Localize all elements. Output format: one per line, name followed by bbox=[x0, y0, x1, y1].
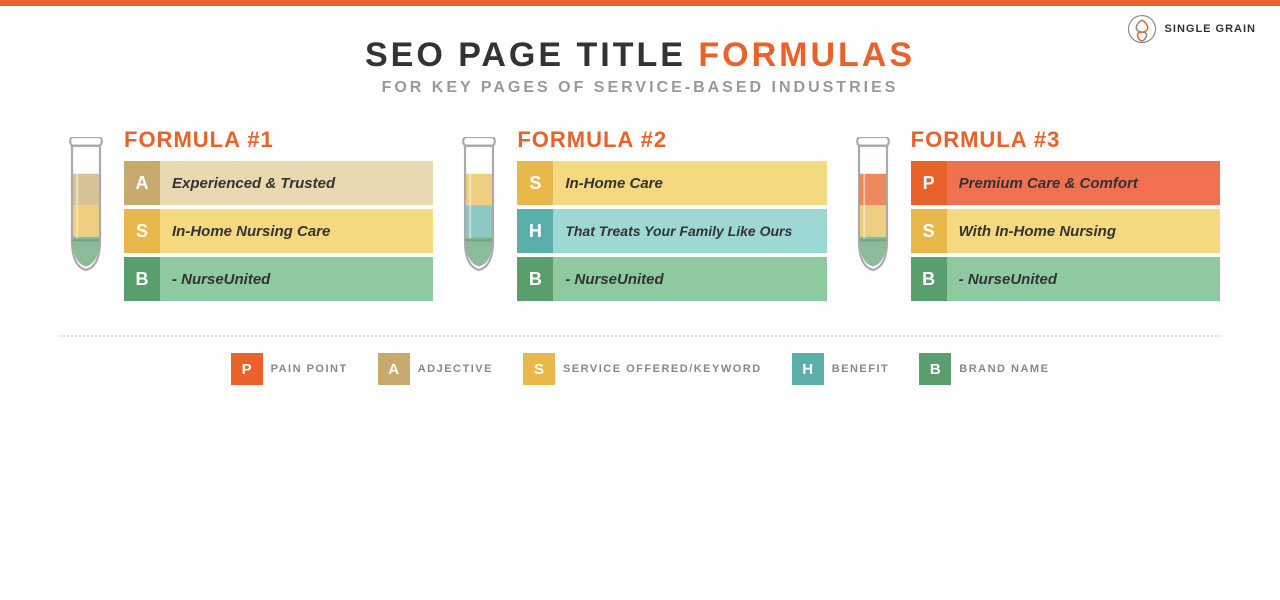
formula-2-title: FORMULA #2 bbox=[517, 127, 826, 153]
legend-box-h: H bbox=[792, 353, 824, 385]
formula-letter-a: A bbox=[124, 161, 160, 205]
legend-item-h: H BENEFIT bbox=[792, 353, 890, 385]
formula-letter-s: S bbox=[124, 209, 160, 253]
main-content: SEO PAGE TITLE FORMULAS FOR KEY PAGES OF… bbox=[0, 6, 1280, 413]
formula-text: - NurseUnited bbox=[947, 257, 1220, 301]
logo-area: SINGLE GRAIN bbox=[1127, 14, 1256, 44]
formula-2-content: FORMULA #2 S In-Home Care H That Treats … bbox=[517, 127, 826, 305]
legend-box-s: S bbox=[523, 353, 555, 385]
formula-text: Premium Care & Comfort bbox=[947, 161, 1220, 205]
main-title: SEO PAGE TITLE FORMULAS bbox=[60, 36, 1220, 75]
formula-3-content: FORMULA #3 P Premium Care & Comfort S Wi… bbox=[911, 127, 1220, 305]
legend-item-b: B BRAND NAME bbox=[919, 353, 1049, 385]
formula-row: B - NurseUnited bbox=[124, 257, 433, 301]
formula-row: B - NurseUnited bbox=[911, 257, 1220, 301]
legend-label-a: ADJECTIVE bbox=[418, 363, 493, 375]
legend-item-p: P PAIN POINT bbox=[231, 353, 348, 385]
formula-text: That Treats Your Family Like Ours bbox=[553, 209, 826, 253]
formula-text: In-Home Nursing Care bbox=[160, 209, 433, 253]
formula-letter-s: S bbox=[517, 161, 553, 205]
title-section: SEO PAGE TITLE FORMULAS FOR KEY PAGES OF… bbox=[60, 36, 1220, 97]
formula-3-block: FORMULA #3 P Premium Care & Comfort S Wi… bbox=[847, 127, 1220, 305]
formula-1-block: FORMULA #1 A Experienced & Trusted S In-… bbox=[60, 127, 433, 305]
formula-text: - NurseUnited bbox=[160, 257, 433, 301]
legend-item-s: S SERVICE OFFERED/KEYWORD bbox=[523, 353, 762, 385]
formula-row: A Experienced & Trusted bbox=[124, 161, 433, 205]
subtitle: FOR KEY PAGES OF SERVICE-BASED INDUSTRIE… bbox=[60, 79, 1220, 97]
test-tube-1 bbox=[60, 137, 112, 277]
formula-text: Experienced & Trusted bbox=[160, 161, 433, 205]
legend-section: P PAIN POINT A ADJECTIVE S SERVICE OFFER… bbox=[60, 335, 1220, 393]
legend-label-p: PAIN POINT bbox=[271, 363, 348, 375]
formula-letter-s: S bbox=[911, 209, 947, 253]
formula-letter-p: P bbox=[911, 161, 947, 205]
legend-label-b: BRAND NAME bbox=[959, 363, 1049, 375]
title-orange: FORMULAS bbox=[698, 36, 915, 74]
formula-row: S In-Home Nursing Care bbox=[124, 209, 433, 253]
formula-letter-b: B bbox=[124, 257, 160, 301]
formula-letter-b: B bbox=[517, 257, 553, 301]
legend-box-b: B bbox=[919, 353, 951, 385]
formula-row: S In-Home Care bbox=[517, 161, 826, 205]
formula-row: H That Treats Your Family Like Ours bbox=[517, 209, 826, 253]
formula-3-title: FORMULA #3 bbox=[911, 127, 1220, 153]
legend-item-a: A ADJECTIVE bbox=[378, 353, 493, 385]
formula-row: S With In-Home Nursing bbox=[911, 209, 1220, 253]
logo-text: SINGLE GRAIN bbox=[1165, 23, 1256, 35]
formula-letter-b: B bbox=[911, 257, 947, 301]
formula-row: P Premium Care & Comfort bbox=[911, 161, 1220, 205]
title-black: SEO PAGE TITLE bbox=[365, 36, 698, 74]
formula-1-title: FORMULA #1 bbox=[124, 127, 433, 153]
formula-text: In-Home Care bbox=[553, 161, 826, 205]
test-tube-2 bbox=[453, 137, 505, 277]
logo-icon bbox=[1127, 14, 1157, 44]
legend-box-p: P bbox=[231, 353, 263, 385]
formula-text: With In-Home Nursing bbox=[947, 209, 1220, 253]
formula-letter-h: H bbox=[517, 209, 553, 253]
legend-label-s: SERVICE OFFERED/KEYWORD bbox=[563, 363, 762, 375]
formulas-section: FORMULA #1 A Experienced & Trusted S In-… bbox=[60, 127, 1220, 305]
formula-row: B - NurseUnited bbox=[517, 257, 826, 301]
formula-1-content: FORMULA #1 A Experienced & Trusted S In-… bbox=[124, 127, 433, 305]
test-tube-3 bbox=[847, 137, 899, 277]
formula-text: - NurseUnited bbox=[553, 257, 826, 301]
legend-box-a: A bbox=[378, 353, 410, 385]
legend-label-h: BENEFIT bbox=[832, 363, 890, 375]
formula-2-block: FORMULA #2 S In-Home Care H That Treats … bbox=[453, 127, 826, 305]
